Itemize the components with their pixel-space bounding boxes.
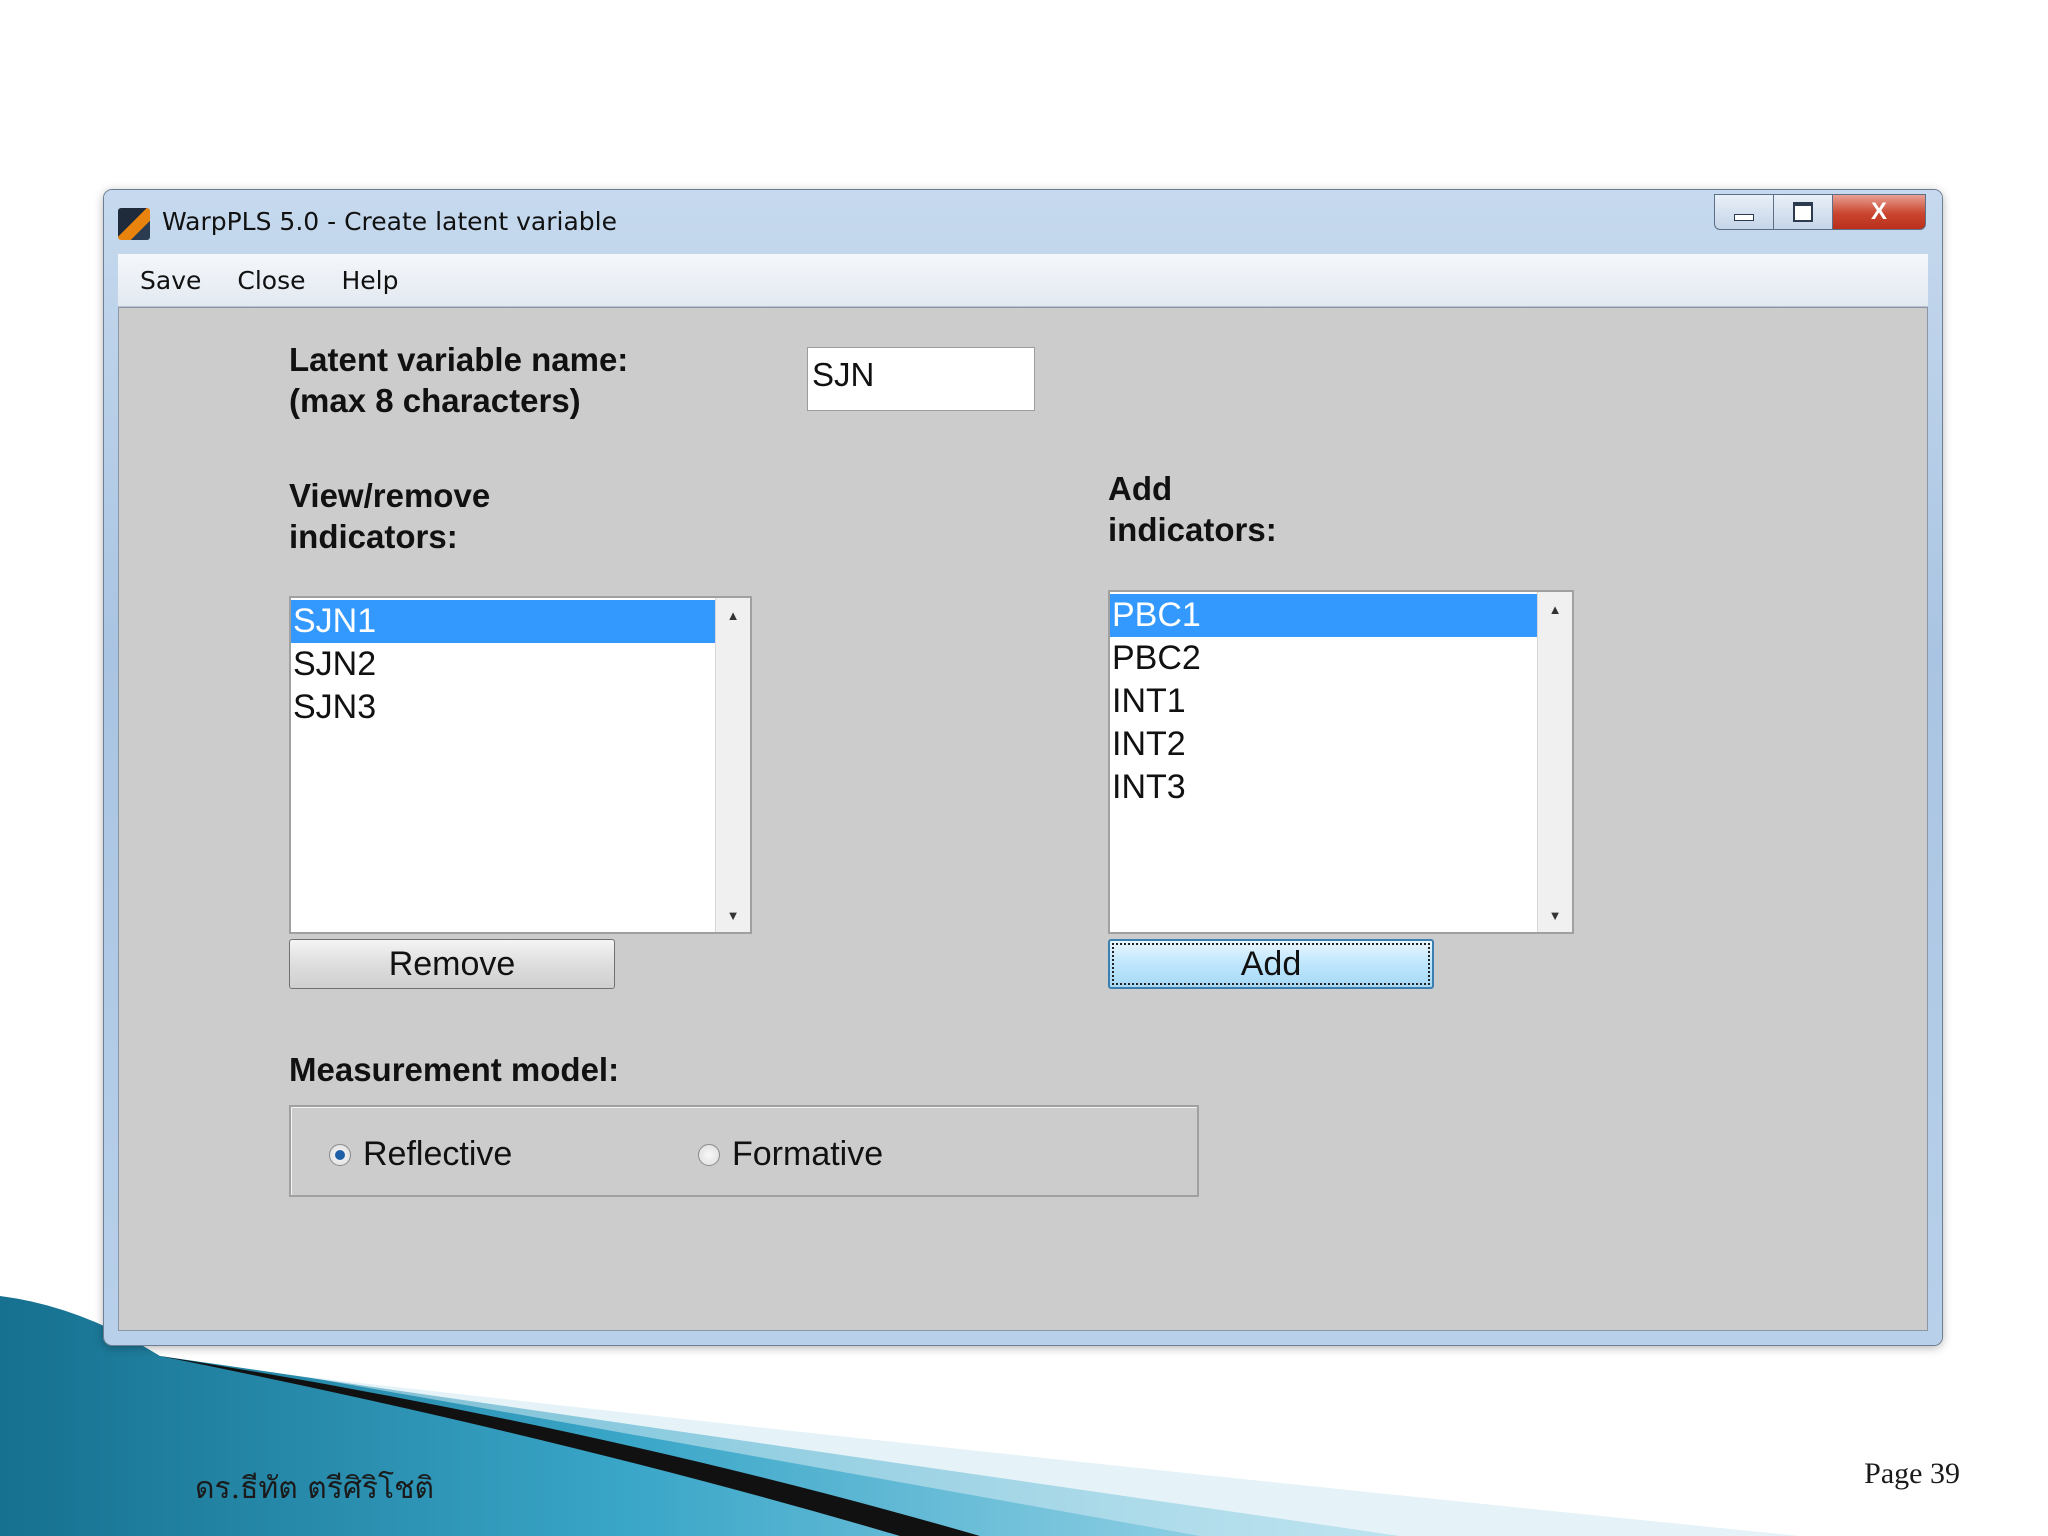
latent-name-label: Latent variable name: (max 8 characters) — [289, 339, 628, 421]
measurement-model-group: Reflective Formative — [289, 1105, 1199, 1197]
maximize-button[interactable] — [1773, 194, 1832, 230]
add-indicators-label: Add indicators: — [1108, 468, 1277, 550]
radio-checked-icon[interactable] — [329, 1143, 351, 1166]
window-title: WarpPLS 5.0 - Create latent variable — [162, 207, 617, 236]
matlab-app-icon — [118, 208, 150, 240]
close-icon: X — [1870, 198, 1887, 225]
menu-bar: Save Close Help — [118, 254, 1928, 307]
menu-close[interactable]: Close — [219, 266, 323, 295]
list-item[interactable]: INT1 — [1110, 680, 1538, 723]
slide-author: ดร.ธีทัต ตรีศิริโชติ — [195, 1471, 434, 1506]
add-button[interactable]: Add — [1108, 939, 1434, 989]
scroll-up-icon[interactable]: ▲ — [1538, 594, 1572, 624]
latent-name-label-line1: Latent variable name: — [289, 341, 629, 378]
list-item[interactable]: INT2 — [1110, 723, 1538, 766]
current-indicators-listbox[interactable]: SJN1 SJN2 SJN3 ▲ ▼ — [289, 596, 752, 934]
minimize-icon — [1734, 213, 1754, 221]
reflective-label: Reflective — [363, 1135, 513, 1173]
available-indicators-listbox[interactable]: PBC1 PBC2 INT1 INT2 INT3 ▲ ▼ — [1108, 590, 1574, 934]
menu-help[interactable]: Help — [323, 266, 416, 295]
view-remove-label-line2: indicators: — [289, 518, 458, 555]
remove-button[interactable]: Remove — [289, 939, 615, 989]
list-item[interactable]: INT3 — [1110, 766, 1538, 809]
list-item[interactable]: PBC2 — [1110, 637, 1538, 680]
current-indicators-scrollbar[interactable]: ▲ ▼ — [715, 598, 750, 932]
list-item[interactable]: SJN2 — [291, 643, 716, 686]
view-remove-label: View/remove indicators: — [289, 475, 490, 557]
close-window-button[interactable]: X — [1832, 194, 1926, 230]
latent-name-label-line2: (max 8 characters) — [289, 382, 581, 419]
slide-page-number: Page 39 — [1864, 1457, 1960, 1490]
add-indicators-label-line2: indicators: — [1108, 511, 1277, 548]
formative-radio[interactable]: Formative — [698, 1135, 883, 1174]
menu-save[interactable]: Save — [122, 266, 219, 295]
minimize-button[interactable] — [1714, 194, 1773, 230]
list-item[interactable]: SJN1 — [291, 600, 716, 643]
window-controls: X — [1714, 194, 1926, 230]
title-bar[interactable]: WarpPLS 5.0 - Create latent variable X — [104, 190, 1942, 252]
latent-name-input[interactable]: SJN — [807, 347, 1035, 411]
radio-unchecked-icon[interactable] — [698, 1143, 720, 1166]
list-item[interactable]: PBC1 — [1110, 594, 1538, 637]
add-indicators-label-line1: Add — [1108, 470, 1173, 507]
scroll-up-icon[interactable]: ▲ — [716, 600, 750, 630]
list-item[interactable]: SJN3 — [291, 686, 716, 729]
maximize-icon — [1793, 202, 1813, 222]
formative-label: Formative — [732, 1135, 884, 1173]
scroll-down-icon[interactable]: ▼ — [716, 900, 750, 930]
reflective-radio[interactable]: Reflective — [329, 1135, 512, 1174]
view-remove-label-line1: View/remove — [289, 477, 491, 514]
scroll-down-icon[interactable]: ▼ — [1538, 900, 1572, 930]
dialog-window: WarpPLS 5.0 - Create latent variable X S… — [104, 190, 1942, 1345]
available-indicators-scrollbar[interactable]: ▲ ▼ — [1537, 592, 1572, 932]
dialog-client-area: Latent variable name: (max 8 characters)… — [118, 307, 1928, 1331]
measurement-model-label: Measurement model: — [289, 1051, 620, 1088]
